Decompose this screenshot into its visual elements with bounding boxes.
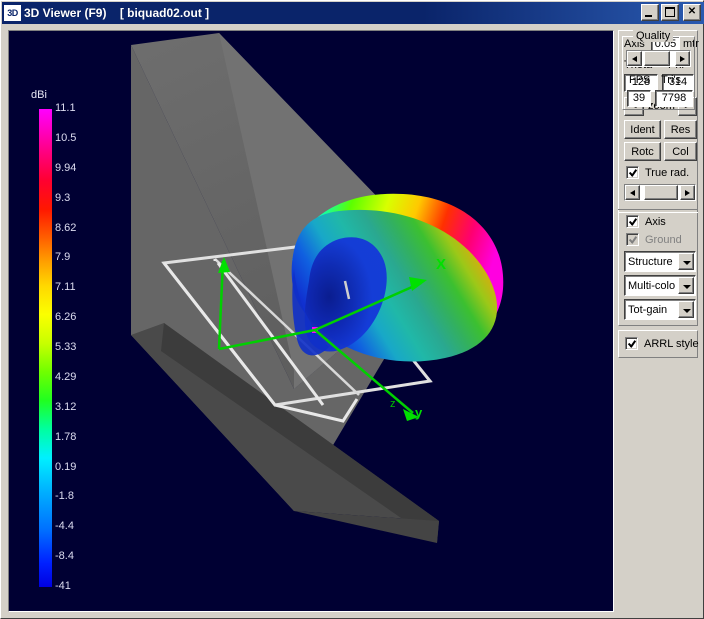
quality-slider-right-button[interactable] (675, 51, 690, 66)
window-controls: ✕ (641, 4, 701, 21)
structure-dropdown[interactable]: Structure (624, 251, 696, 272)
maximize-button[interactable] (661, 4, 679, 21)
structure-dropdown-value: Structure (625, 256, 678, 268)
minimize-button[interactable] (641, 4, 659, 21)
chevron-down-icon[interactable] (678, 277, 694, 294)
gain-mode-dropdown-value: Tot-gain (625, 304, 678, 316)
legend-label: 7.9 (55, 251, 85, 263)
3d-scene: X y z (9, 31, 611, 609)
legend-label: -41 (55, 580, 85, 592)
slider-right-button[interactable] (680, 185, 695, 200)
axis-checkbox-row[interactable]: Axis (626, 215, 666, 228)
quality-slider-thumb[interactable] (644, 51, 670, 66)
ground-checkbox-label: Ground (645, 234, 682, 246)
quality-slider[interactable] (626, 50, 691, 67)
tris-label: Tri's (661, 74, 681, 86)
legend-label: 4.29 (55, 371, 85, 383)
true-rad-checkbox-row[interactable]: True rad. (626, 166, 689, 179)
legend-label: 9.3 (55, 192, 85, 204)
close-icon: ✕ (684, 5, 700, 20)
quality-slider-track[interactable] (642, 51, 675, 66)
color-mode-dropdown[interactable]: Multi-colo (624, 275, 696, 296)
legend-label: -8.4 (55, 550, 85, 562)
color-mode-dropdown-value: Multi-colo (625, 280, 678, 292)
axis-label-x: X (436, 256, 446, 273)
control-panel: Axis 0.05 mtr Theta Phi 128 314 < zoom >… (618, 30, 698, 610)
true-rad-checkbox[interactable] (626, 166, 639, 179)
ident-button[interactable]: Ident (624, 120, 661, 139)
arrl-style-label: ARRL style (644, 338, 699, 350)
window-title: 3D Viewer (F9) [ biquad02.out ] (24, 6, 209, 20)
chevron-down-icon[interactable] (678, 301, 694, 318)
viewer-window: 3D 3D Viewer (F9) [ biquad02.out ] ✕ (0, 0, 704, 619)
arrl-style-checkbox-row[interactable]: ARRL style (625, 337, 699, 350)
quality-slider-left-button[interactable] (627, 51, 642, 66)
legend-title: dBi (31, 89, 47, 101)
arrl-style-group: ARRL style (618, 330, 698, 358)
slider-thumb[interactable] (644, 185, 678, 200)
slider-track[interactable] (640, 185, 680, 200)
legend-label: -4.4 (55, 520, 85, 532)
quality-section: Quality FPS Tri's 39 7798 (618, 30, 698, 113)
gain-mode-dropdown[interactable]: Tot-gain (624, 299, 696, 320)
legend-label: 0.19 (55, 461, 85, 473)
tris-value: 7798 (655, 90, 693, 107)
fps-value: 39 (627, 90, 651, 107)
true-rad-slider[interactable] (624, 184, 696, 201)
rotc-button[interactable]: Rotc (624, 142, 661, 161)
quality-title: Quality (633, 30, 673, 42)
legend-label: 5.33 (55, 341, 85, 353)
ground-checkbox (626, 233, 639, 246)
3d-viewport[interactable]: X y z dBi 11.1 10.5 9.94 9.3 8.62 7.9 7.11 6.26… (9, 31, 611, 609)
legend-label: 9.94 (55, 162, 85, 174)
close-button[interactable]: ✕ (683, 4, 701, 21)
slider-left-button[interactable] (625, 185, 640, 200)
legend-gradient-bar (39, 109, 52, 587)
col-button[interactable]: Col (664, 142, 697, 161)
color-scale-legend: dBi 11.1 10.5 9.94 9.3 8.62 7.9 7.11 6.26 5.33 4.… (21, 89, 83, 589)
title-bar[interactable]: 3D 3D Viewer (F9) [ biquad02.out ] ✕ (2, 2, 704, 24)
axis-checkbox[interactable] (626, 215, 639, 228)
chevron-down-icon[interactable] (678, 253, 694, 270)
legend-label: -1.8 (55, 490, 85, 502)
true-rad-label: True rad. (645, 167, 689, 179)
axis-label-y: y (415, 405, 423, 420)
legend-label: 11.1 (55, 102, 85, 114)
3d-badge-icon: 3D (4, 5, 21, 21)
fps-label: FPS (629, 74, 650, 86)
axis-checkbox-label: Axis (645, 216, 666, 228)
res-button[interactable]: Res (664, 120, 697, 139)
axis-label-z: z (390, 398, 396, 410)
legend-label: 3.12 (55, 401, 85, 413)
legend-label: 1.78 (55, 431, 85, 443)
legend-label: 10.5 (55, 132, 85, 144)
legend-label: 6.26 (55, 311, 85, 323)
viewport-frame: X y z dBi 11.1 10.5 9.94 9.3 8.62 7.9 7.11 6.26… (8, 30, 614, 612)
legend-label: 8.62 (55, 222, 85, 234)
panel-divider (618, 209, 698, 213)
arrl-style-checkbox[interactable] (625, 337, 638, 350)
legend-label: 7.11 (55, 281, 85, 293)
ground-checkbox-row: Ground (626, 233, 682, 246)
